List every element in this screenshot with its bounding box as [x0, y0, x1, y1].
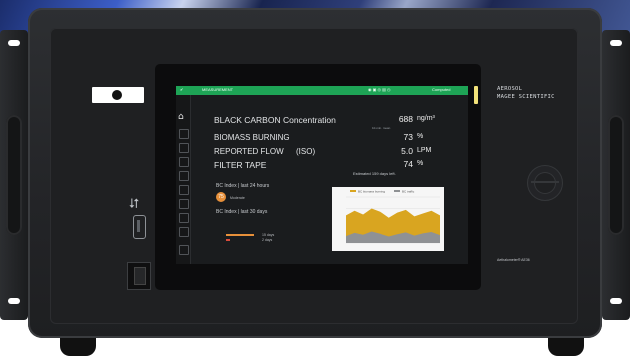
bc-index-24h-badge: 75	[216, 192, 226, 202]
bc-30d-legend-a: 15 days	[262, 233, 275, 237]
power-switch[interactable]	[127, 262, 151, 290]
bc-label: BLACK CARBON Concentration	[214, 115, 336, 125]
chart-legend-swatch	[394, 190, 400, 192]
status-right-text: Computed	[432, 87, 451, 92]
model-label: Aethalometer® AE36	[497, 258, 530, 262]
chart-legend-label: BC biomass burning	[358, 190, 385, 194]
tape-value: 74	[403, 159, 413, 169]
biomass-label: BIOMASS BURNING	[214, 133, 290, 142]
rack-slot	[610, 40, 622, 46]
brand-line2: MAGEE SCIENTIFIC	[497, 94, 555, 100]
flow-unit: LPM	[417, 147, 432, 154]
biomass-value: 73	[403, 132, 413, 142]
bc-chart-svg: BC biomass burning BC traffic	[346, 190, 440, 244]
bc-value: 688	[398, 114, 413, 124]
bc-index-30d-label: BC Index | last 30 days	[216, 209, 268, 215]
status-bar: ✔ MEASUREMENT ◉ ▣ ◎ ▤ ◷ Computed	[176, 86, 468, 95]
flow-label: REPORTED FLOW	[214, 147, 284, 156]
bc-unit: ng/m³	[417, 115, 435, 122]
flow-value: 5.0	[401, 146, 413, 156]
status-text: MEASUREMENT	[202, 87, 234, 92]
tape-estimate: Estimated 159 days left.	[353, 171, 396, 176]
rack-slot	[610, 298, 622, 304]
bc-chart: BC biomass burning BC traffic	[332, 187, 444, 251]
rack-slot	[8, 298, 20, 304]
usb-port[interactable]	[133, 215, 146, 239]
bc-index-24h-status: Moderate	[230, 196, 245, 200]
rack-ear-left	[0, 30, 28, 320]
sidebar-item[interactable]	[179, 129, 189, 139]
sidebar-item[interactable]	[179, 157, 189, 167]
check-icon: ✔	[180, 87, 184, 92]
bc-subtext: 10-min. mean	[372, 126, 391, 130]
tape-unit: %	[417, 160, 424, 167]
sidebar-item[interactable]	[179, 245, 189, 255]
status-icons: ◉ ▣ ◎ ▤ ◷	[368, 87, 391, 92]
sidebar-item[interactable]	[179, 171, 189, 181]
sidebar-item[interactable]	[179, 185, 189, 195]
sidebar-item[interactable]	[179, 213, 189, 223]
bc-30d-bar-b	[226, 239, 230, 241]
bc-30d-bar-a	[226, 234, 254, 236]
rack-handle-left	[6, 115, 22, 235]
rack-ear-right	[602, 30, 630, 320]
foot	[60, 338, 96, 356]
home-icon[interactable]: ⌂	[178, 113, 184, 122]
embossed-logo	[527, 165, 563, 201]
brand-line1: AEROSOL	[497, 86, 523, 92]
sidebar-item[interactable]	[179, 199, 189, 209]
label-dot	[112, 90, 122, 100]
id-label-plate	[92, 87, 144, 103]
bc-30d-legend-b: 2 days	[262, 238, 273, 242]
rack-slot	[8, 40, 20, 46]
tape-label: FILTER TAPE	[214, 160, 267, 170]
status-led	[474, 86, 478, 104]
bc-index-24h-label: BC Index | last 24 hours	[216, 183, 270, 189]
usb-icon: ⮃	[129, 197, 140, 212]
biomass-unit: %	[417, 133, 424, 140]
rack-handle-right	[608, 115, 624, 235]
foot	[548, 338, 584, 356]
sidebar-item[interactable]	[179, 227, 189, 237]
chart-legend-swatch	[350, 190, 356, 192]
sidebar-item[interactable]	[179, 143, 189, 153]
sidebar: ⌂	[176, 95, 191, 264]
flow-qualifier: (ISO)	[296, 147, 316, 156]
chart-legend-label: BC traffic	[402, 190, 415, 194]
